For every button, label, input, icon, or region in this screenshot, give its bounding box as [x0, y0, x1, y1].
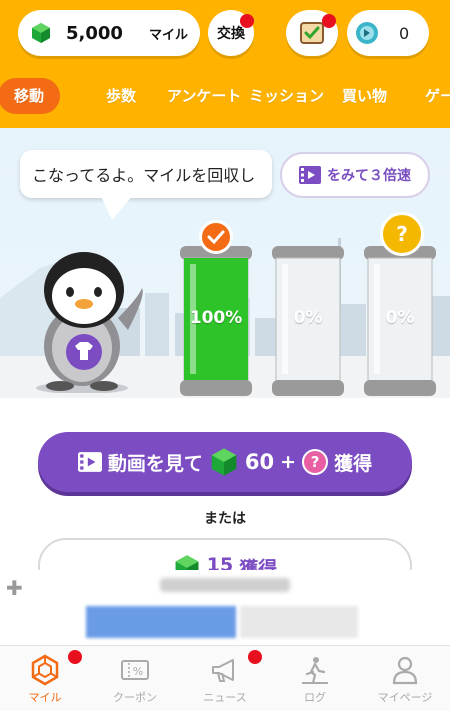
jar-3-label: 0%: [385, 308, 415, 328]
bottom-nav: マイル % クーポン ニュース ログ マイページ: [0, 645, 450, 711]
nav-label-news: ニュース: [203, 691, 247, 704]
gem-icon: [32, 23, 50, 43]
exchange-label: 交換: [217, 26, 245, 42]
miles-balance[interactable]: 5,000 マイル: [18, 10, 200, 56]
nav-label-log: ログ: [304, 691, 326, 704]
nav-item-coupon[interactable]: % クーポン: [90, 650, 180, 710]
ticket-value: 0: [399, 23, 410, 43]
nav-item-mypage[interactable]: マイページ: [360, 650, 450, 710]
coupon-icon: %: [121, 660, 149, 680]
gem-icon: [211, 448, 237, 476]
nav-label-coupon: クーポン: [113, 691, 157, 704]
miles-value: 5,000: [66, 22, 123, 44]
ticket-coin-icon: [356, 22, 378, 44]
megaphone-icon: [212, 659, 234, 682]
watch-text-post: 獲得: [334, 452, 373, 475]
ad-banner[interactable]: ✚: [0, 570, 450, 650]
tab-survey[interactable]: アンケート: [167, 78, 241, 114]
ticket-balance[interactable]: 0: [347, 10, 429, 56]
nav-label-miles: マイル: [28, 691, 62, 704]
miles-hex-icon: [31, 654, 59, 686]
question-mark: ?: [396, 222, 408, 246]
check-badge-icon: [199, 220, 233, 254]
top-bar: 5,000 マイル 交換 0: [0, 0, 450, 64]
watch-text-pre: 動画を見て: [107, 452, 203, 475]
speed-up-label: をみて３倍速: [327, 168, 411, 184]
tab-shopping[interactable]: 買い物: [342, 78, 387, 114]
collection-scene: こなってるよ。マイルを回収し をみて３倍速 100% 0% 0% ?: [0, 128, 450, 398]
penguin-mascot: [36, 252, 143, 393]
question-badge-icon: ?: [380, 212, 424, 256]
walker-icon: [302, 657, 328, 685]
plus-icon[interactable]: ✚: [6, 576, 23, 600]
tab-steps[interactable]: 歩数: [106, 78, 136, 114]
nav-news-badge: [248, 650, 262, 664]
speed-up-button[interactable]: をみて３倍速: [280, 152, 430, 198]
jar-1-label: 100%: [189, 308, 243, 328]
watch-value: 60: [244, 450, 275, 474]
category-tabs: 移動 歩数 アンケート ミッション 買い物 ゲー: [0, 64, 450, 128]
nav-item-log[interactable]: ログ: [270, 650, 360, 710]
or-text: または: [204, 511, 246, 527]
speech-bubble-text: こなってるよ。マイルを回収し: [32, 166, 256, 185]
ad-blurred-text: [160, 578, 290, 592]
mystery-bonus-icon: ?: [302, 449, 329, 475]
miles-unit: マイル: [148, 27, 188, 43]
watch-video-button[interactable]: 動画を見て 60 + ? 獲得: [38, 432, 412, 492]
exchange-badge: [240, 14, 254, 28]
film-icon: [299, 166, 321, 184]
tab-move[interactable]: 移動: [0, 78, 61, 114]
ad-blurred-button[interactable]: [86, 606, 236, 638]
rewards-badge: [322, 14, 336, 28]
speech-bubble-tail: [100, 194, 134, 220]
tab-game[interactable]: ゲー: [425, 78, 450, 114]
nav-miles-badge: [68, 650, 82, 664]
nav-label-mypage: マイページ: [377, 691, 433, 704]
watch-plus: +: [280, 451, 297, 473]
ad-blurred-button-secondary[interactable]: [240, 606, 358, 638]
svg-text:%: %: [133, 665, 143, 678]
person-icon: [392, 656, 418, 685]
tab-mission[interactable]: ミッション: [249, 78, 324, 114]
speech-bubble: こなってるよ。マイルを回収し: [20, 150, 272, 198]
film-icon: [77, 452, 102, 472]
jar-2-label: 0%: [293, 308, 323, 328]
